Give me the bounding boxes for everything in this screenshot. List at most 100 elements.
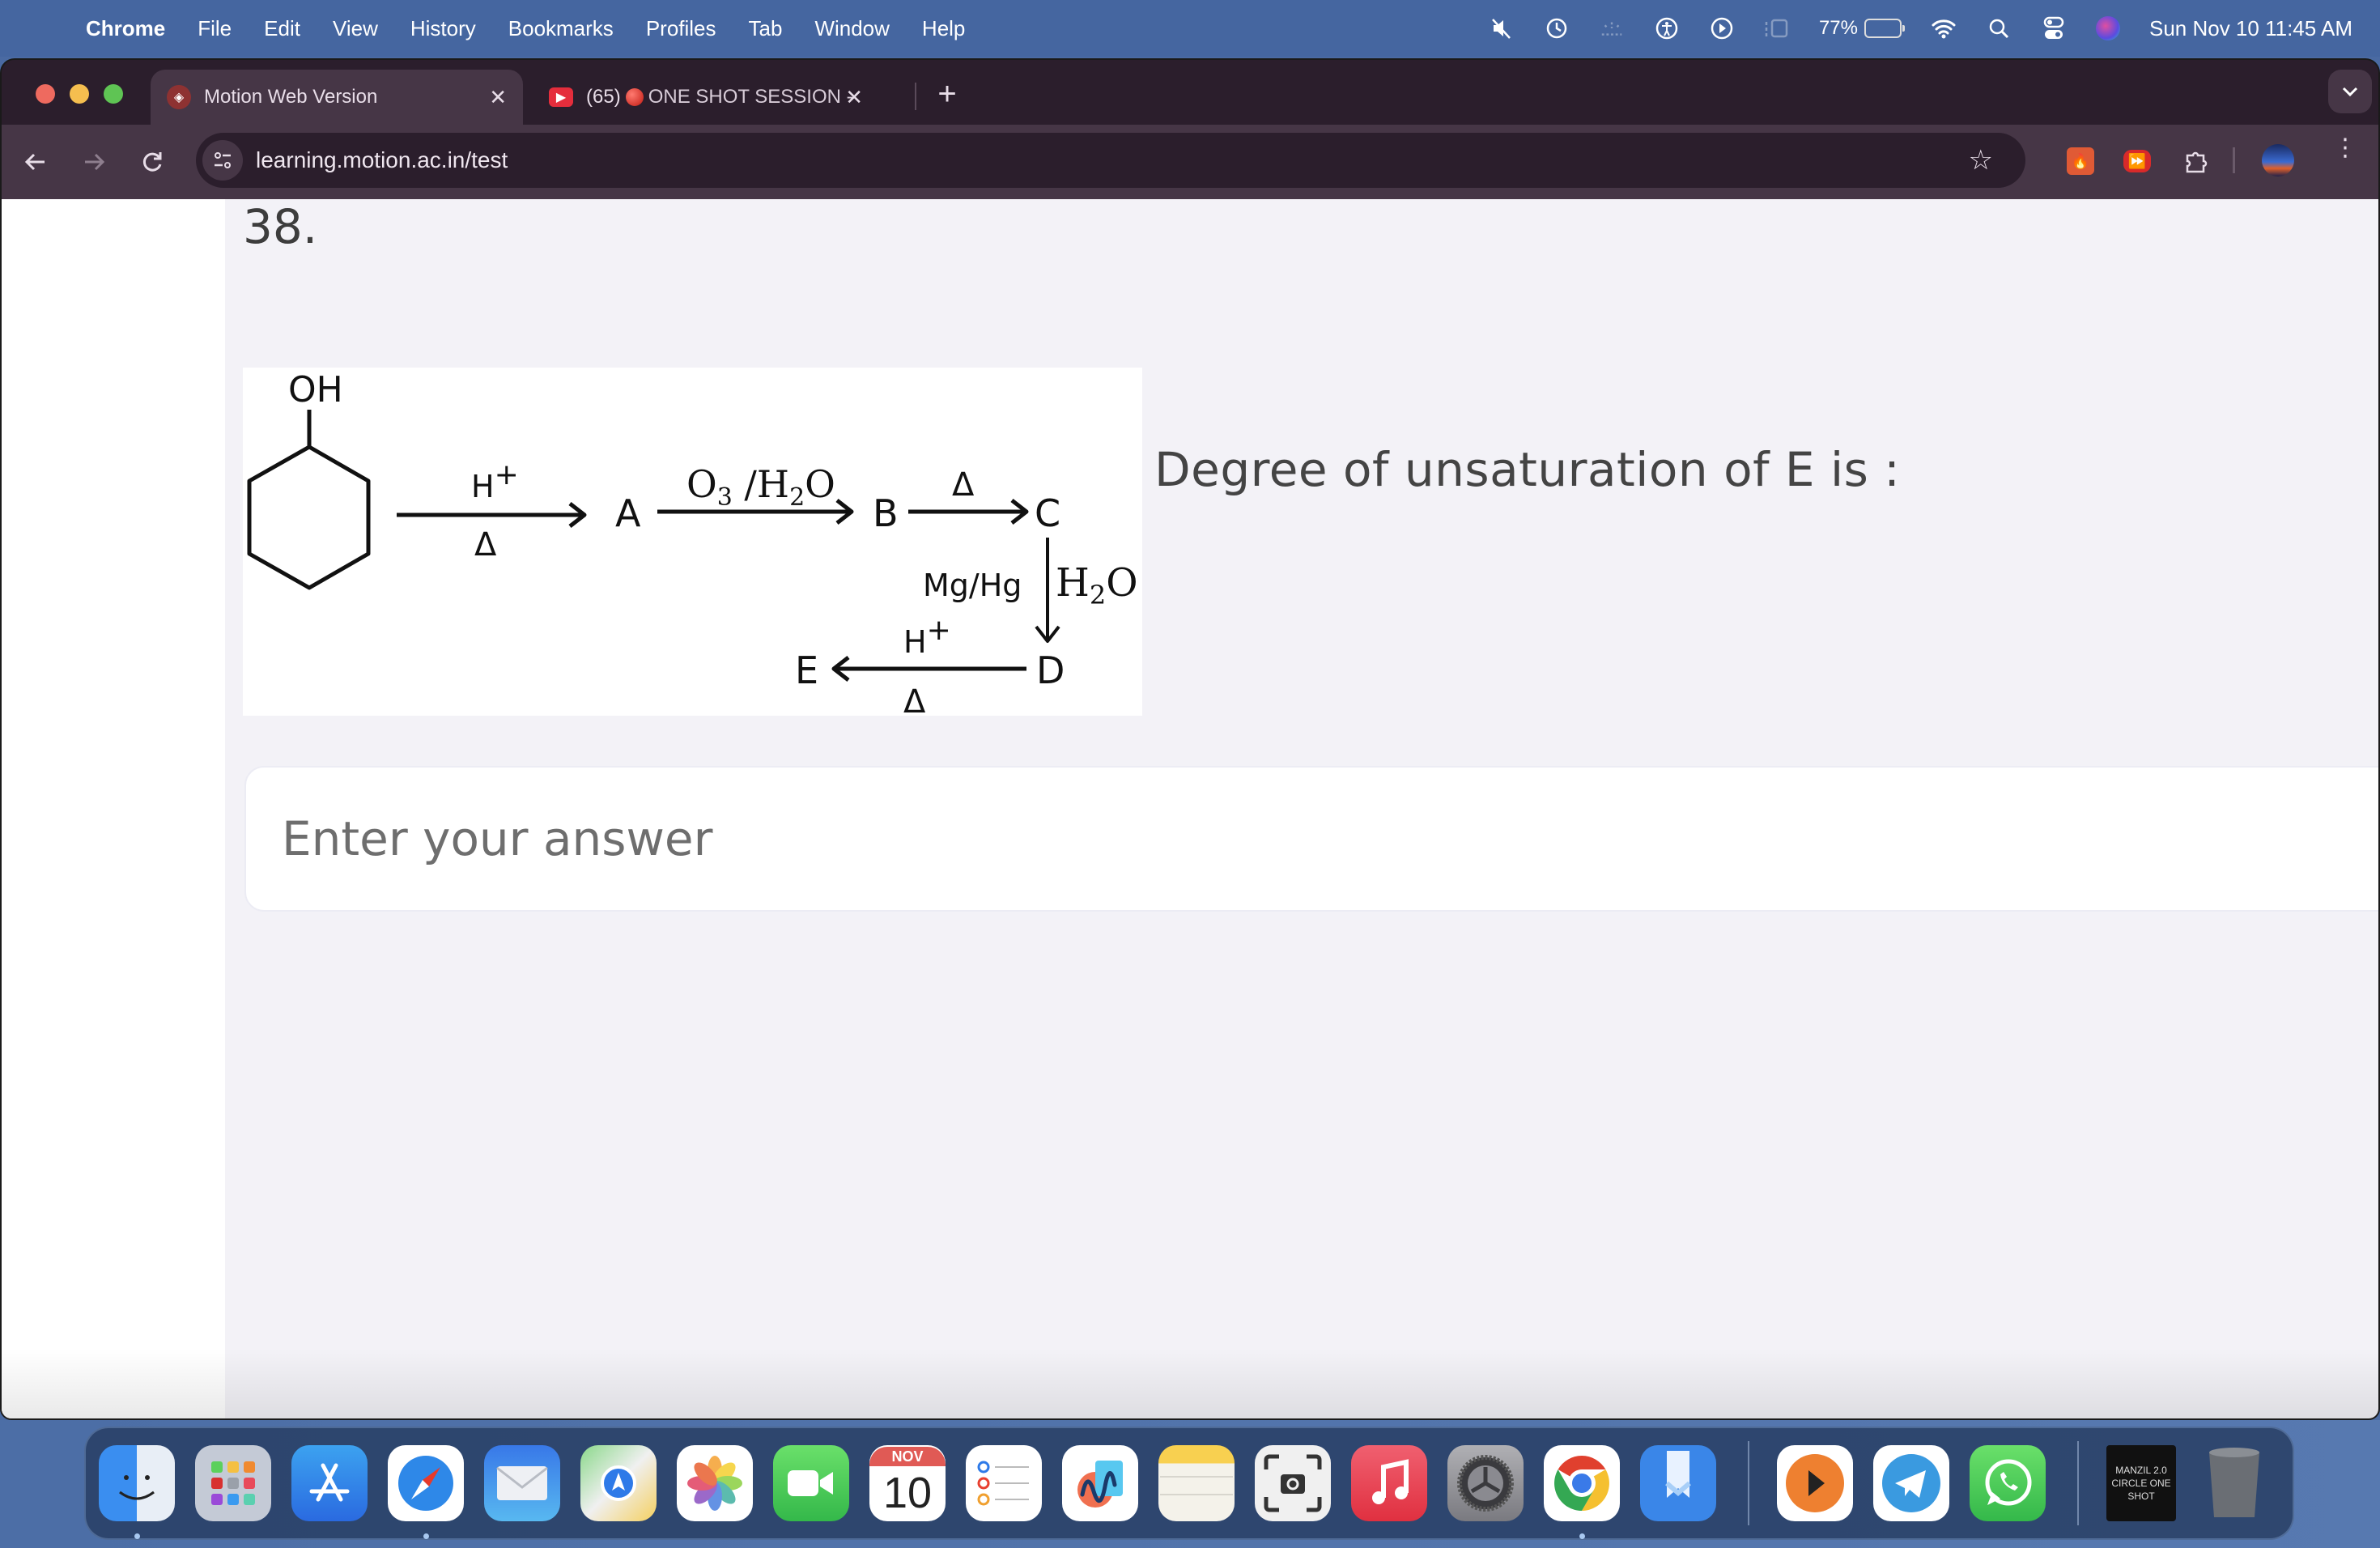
dock-music[interactable] — [1351, 1445, 1427, 1521]
compound-b: B — [873, 491, 899, 535]
minimize-window-button[interactable] — [70, 84, 89, 104]
dock-finder[interactable] — [99, 1445, 175, 1539]
dock-launchpad[interactable] — [195, 1445, 271, 1521]
calendar-day: 10 — [882, 1469, 933, 1517]
stage-manager-icon[interactable] — [1764, 15, 1790, 41]
accessibility-icon[interactable] — [1654, 15, 1680, 41]
dock-downloads-stack[interactable]: MANZIL 2.0 CIRCLE ONE SHOT — [2106, 1445, 2176, 1521]
dock-telegram[interactable] — [1873, 1445, 1949, 1521]
tab-one-shot-session[interactable]: ▶ (65) ONE SHOT SESSION - ✕ — [536, 70, 908, 125]
dock-calendar[interactable]: NOV 10 — [869, 1445, 946, 1521]
new-tab-button[interactable]: + — [931, 76, 963, 113]
menu-help[interactable]: Help — [922, 16, 965, 41]
dock-screenshot[interactable] — [1255, 1445, 1331, 1521]
step5-below-label: Δ — [903, 683, 926, 716]
window-controls — [36, 84, 123, 104]
running-indicator — [1579, 1533, 1585, 1539]
compound-d: D — [1036, 649, 1065, 692]
launchpad-icon — [211, 1461, 255, 1505]
step3-above-label: Δ — [952, 466, 975, 504]
back-button[interactable] — [18, 144, 53, 180]
motion-logo-icon: ◈ — [167, 85, 191, 109]
menu-file[interactable]: File — [198, 16, 232, 41]
dock-notes[interactable] — [1158, 1445, 1235, 1521]
brightness-icon[interactable] — [1599, 15, 1625, 41]
question-number: 38. — [243, 199, 318, 254]
step5-above-label: H+ — [903, 614, 951, 660]
fire-extension-icon[interactable]: 🔥 — [2067, 147, 2094, 175]
menu-app-name[interactable]: Chrome — [86, 16, 165, 41]
gear-icon — [1457, 1455, 1514, 1512]
dock-trash[interactable] — [2196, 1445, 2272, 1521]
play-icon[interactable] — [1709, 15, 1735, 41]
tab-motion-web-version[interactable]: ◈ Motion Web Version ✕ — [151, 70, 523, 125]
dock-reminders[interactable] — [966, 1445, 1042, 1521]
reload-button[interactable] — [134, 144, 170, 180]
chevron-down-icon — [2342, 87, 2358, 97]
step4-right-label: H2O — [1056, 560, 1138, 610]
forward-arrow-icon — [85, 153, 105, 171]
macos-dock: NOV 10 MANZIL 2.0 CIRCLE ONE SHOT — [84, 1427, 2294, 1540]
more-menu-icon[interactable]: ⋮ — [2333, 136, 2357, 160]
dock-readwise[interactable] — [1640, 1445, 1716, 1521]
dock-facetime[interactable] — [773, 1445, 849, 1521]
bookmark-star-icon[interactable]: ☆ — [1969, 144, 1993, 176]
dock-safari[interactable] — [388, 1445, 464, 1539]
dock-app-store[interactable] — [291, 1445, 368, 1521]
mail-icon — [496, 1466, 548, 1500]
dock-mail[interactable] — [484, 1445, 560, 1521]
menu-history[interactable]: History — [410, 16, 476, 41]
url-text[interactable]: learning.motion.ac.in/test — [256, 147, 508, 173]
forward-button[interactable] — [76, 144, 112, 180]
wifi-icon[interactable] — [1931, 15, 1957, 41]
menu-profiles[interactable]: Profiles — [646, 16, 716, 41]
menu-view[interactable]: View — [333, 16, 378, 41]
menu-window[interactable]: Window — [814, 16, 889, 41]
tab-separator — [915, 83, 916, 110]
dock-system-settings[interactable] — [1447, 1445, 1524, 1521]
menu-tab[interactable]: Tab — [749, 16, 783, 41]
close-tab-icon[interactable]: ✕ — [845, 85, 863, 110]
time-machine-icon[interactable] — [1544, 15, 1570, 41]
address-bar[interactable]: learning.motion.ac.in/test ☆ — [196, 133, 2025, 188]
reaction-scheme: OH H+ Δ A O3 /H2O B Δ C Mg/Hg H2O H+ D E… — [247, 369, 1138, 721]
dock-photos[interactable] — [677, 1445, 753, 1521]
siri-icon[interactable] — [2095, 16, 2120, 40]
menu-edit[interactable]: Edit — [264, 16, 300, 41]
toolbar-separator — [2233, 147, 2235, 173]
photos-icon — [687, 1456, 742, 1511]
dock-freeform[interactable] — [1062, 1445, 1138, 1521]
zoom-window-button[interactable] — [104, 84, 123, 104]
fast-forward-extension-icon[interactable]: ⏩ — [2123, 150, 2151, 172]
answer-input[interactable] — [246, 768, 2378, 910]
extensions-puzzle-icon[interactable] — [2182, 147, 2210, 175]
tab-title: Motion Web Version — [204, 86, 378, 108]
dock-whatsapp[interactable] — [1970, 1445, 2046, 1521]
dock-infuse[interactable] — [1777, 1445, 1853, 1521]
youtube-icon: ▶ — [549, 87, 573, 107]
close-tab-icon[interactable]: ✕ — [489, 85, 507, 110]
stack-preview-text: MANZIL 2.0 CIRCLE ONE SHOT — [2111, 1465, 2171, 1502]
back-arrow-icon — [24, 153, 45, 171]
maps-icon — [601, 1465, 636, 1501]
running-indicator — [423, 1533, 429, 1539]
test-page: 38. OH H+ Δ A O3 /H2O B Δ C Mg/Hg H2O H+… — [2, 199, 2378, 1418]
compound-e: E — [795, 649, 818, 692]
left-panel — [2, 199, 225, 1418]
spotlight-search-icon[interactable] — [1986, 15, 2012, 41]
answer-field-container — [244, 766, 2378, 912]
dock-chrome[interactable] — [1544, 1445, 1620, 1539]
menu-bookmarks[interactable]: Bookmarks — [508, 16, 614, 41]
facetime-icon — [788, 1470, 833, 1496]
dock-maps[interactable] — [580, 1445, 657, 1521]
muted-speaker-icon[interactable] — [1489, 15, 1515, 41]
menu-clock[interactable]: Sun Nov 10 11:45 AM — [2149, 16, 2352, 41]
safari-icon — [398, 1456, 453, 1511]
control-center-icon[interactable] — [2041, 15, 2067, 41]
calendar-month: NOV — [869, 1447, 946, 1466]
close-window-button[interactable] — [36, 84, 55, 104]
site-info-icon[interactable] — [202, 140, 243, 181]
tab-search-button[interactable] — [2328, 70, 2372, 113]
profile-avatar[interactable] — [2262, 144, 2294, 176]
battery-indicator[interactable]: 77% — [1819, 17, 1905, 40]
